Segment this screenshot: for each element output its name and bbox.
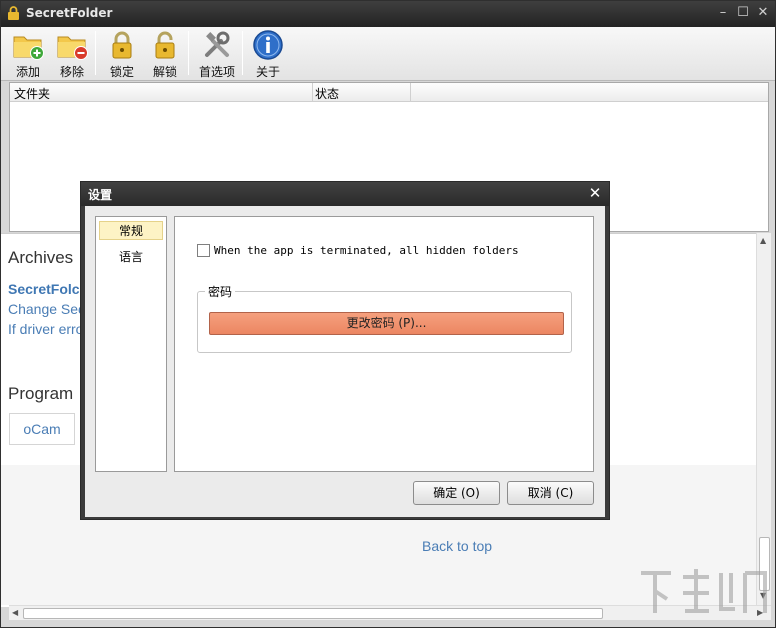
archives-heading: Archives bbox=[8, 248, 74, 267]
program-heading: Program bbox=[8, 384, 74, 403]
minimize-button[interactable]: – bbox=[715, 5, 731, 21]
column-header-status[interactable]: 状态 bbox=[315, 85, 339, 102]
dialog-title: 设置 bbox=[88, 188, 113, 202]
hide-on-exit-label[interactable]: When the app is terminated, all hidden f… bbox=[214, 244, 519, 257]
dialog-title-bar: 设置 ✕ bbox=[81, 182, 609, 206]
column-divider[interactable] bbox=[410, 83, 411, 102]
scroll-left-icon[interactable]: ◀ bbox=[12, 608, 18, 617]
archive-link[interactable]: SecretFolc bbox=[8, 281, 80, 297]
back-to-top-link[interactable]: Back to top bbox=[422, 538, 492, 554]
cancel-button[interactable]: 取消 (C) bbox=[507, 481, 594, 505]
add-folder-label: 添加 bbox=[15, 65, 40, 79]
change-password-button[interactable]: 更改密码 (P)... bbox=[209, 312, 564, 335]
remove-folder-button[interactable]: 移除 bbox=[53, 29, 91, 79]
maximize-button[interactable]: ☐ bbox=[735, 5, 751, 21]
lock-open-icon bbox=[155, 31, 175, 59]
scroll-up-icon[interactable]: ▲ bbox=[760, 236, 766, 245]
remove-folder-label: 移除 bbox=[59, 65, 84, 79]
archive-link[interactable]: If driver erro bbox=[8, 321, 83, 337]
nav-item-general[interactable]: 常规 bbox=[99, 221, 163, 240]
preferences-label: 首选项 bbox=[198, 65, 235, 79]
watermark-logo bbox=[641, 569, 767, 613]
title-bar: SecretFolder – ☐ ✕ bbox=[1, 1, 775, 27]
unlock-label: 解锁 bbox=[152, 65, 177, 79]
column-header-folder[interactable]: 文件夹 bbox=[14, 85, 50, 102]
general-settings-panel: When the app is terminated, all hidden f… bbox=[174, 216, 594, 472]
hide-on-exit-checkbox[interactable] bbox=[197, 244, 210, 257]
password-group-label: 密码 bbox=[205, 283, 236, 300]
dialog-body: 常规 语言 When the app is terminated, all hi… bbox=[85, 206, 605, 517]
lock-label: 锁定 bbox=[109, 65, 134, 79]
about-label: 关于 bbox=[255, 65, 280, 79]
toolbar-separator bbox=[95, 31, 96, 75]
folder-remove-icon bbox=[57, 36, 88, 60]
add-folder-button[interactable]: 添加 bbox=[9, 29, 47, 79]
toolbar-separator bbox=[242, 31, 243, 75]
password-group: 密码 更改密码 (P)... bbox=[197, 283, 572, 353]
scrollbar-thumb[interactable] bbox=[23, 608, 603, 619]
info-icon bbox=[253, 30, 283, 60]
tools-icon bbox=[205, 31, 230, 57]
toolbar: 添加 移除 锁定 解锁 首选项 关于 bbox=[1, 27, 775, 81]
toolbar-separator bbox=[188, 31, 189, 75]
preferences-button[interactable]: 首选项 bbox=[195, 29, 239, 79]
close-button[interactable]: ✕ bbox=[755, 5, 771, 21]
column-divider[interactable] bbox=[312, 83, 313, 102]
window-title: SecretFolder bbox=[26, 6, 113, 20]
about-button[interactable]: 关于 bbox=[249, 29, 287, 79]
ok-button[interactable]: 确定 (O) bbox=[413, 481, 500, 505]
settings-nav: 常规 语言 bbox=[95, 216, 167, 472]
lock-button[interactable]: 锁定 bbox=[103, 29, 141, 79]
dialog-close-button[interactable]: ✕ bbox=[587, 185, 603, 201]
list-header: 文件夹 状态 bbox=[10, 83, 768, 102]
archive-link[interactable]: Change Sec bbox=[8, 301, 85, 317]
lock-closed-icon bbox=[112, 31, 132, 59]
settings-dialog: 设置 ✕ 常规 语言 When the app is terminated, a… bbox=[80, 181, 610, 520]
program-item-ocam[interactable]: oCam bbox=[9, 413, 75, 445]
unlock-button[interactable]: 解锁 bbox=[146, 29, 184, 79]
vertical-scrollbar[interactable]: ▲ ▼ bbox=[756, 233, 771, 605]
nav-item-language[interactable]: 语言 bbox=[99, 248, 163, 267]
app-lock-icon bbox=[8, 6, 19, 20]
folder-add-icon bbox=[13, 36, 44, 60]
